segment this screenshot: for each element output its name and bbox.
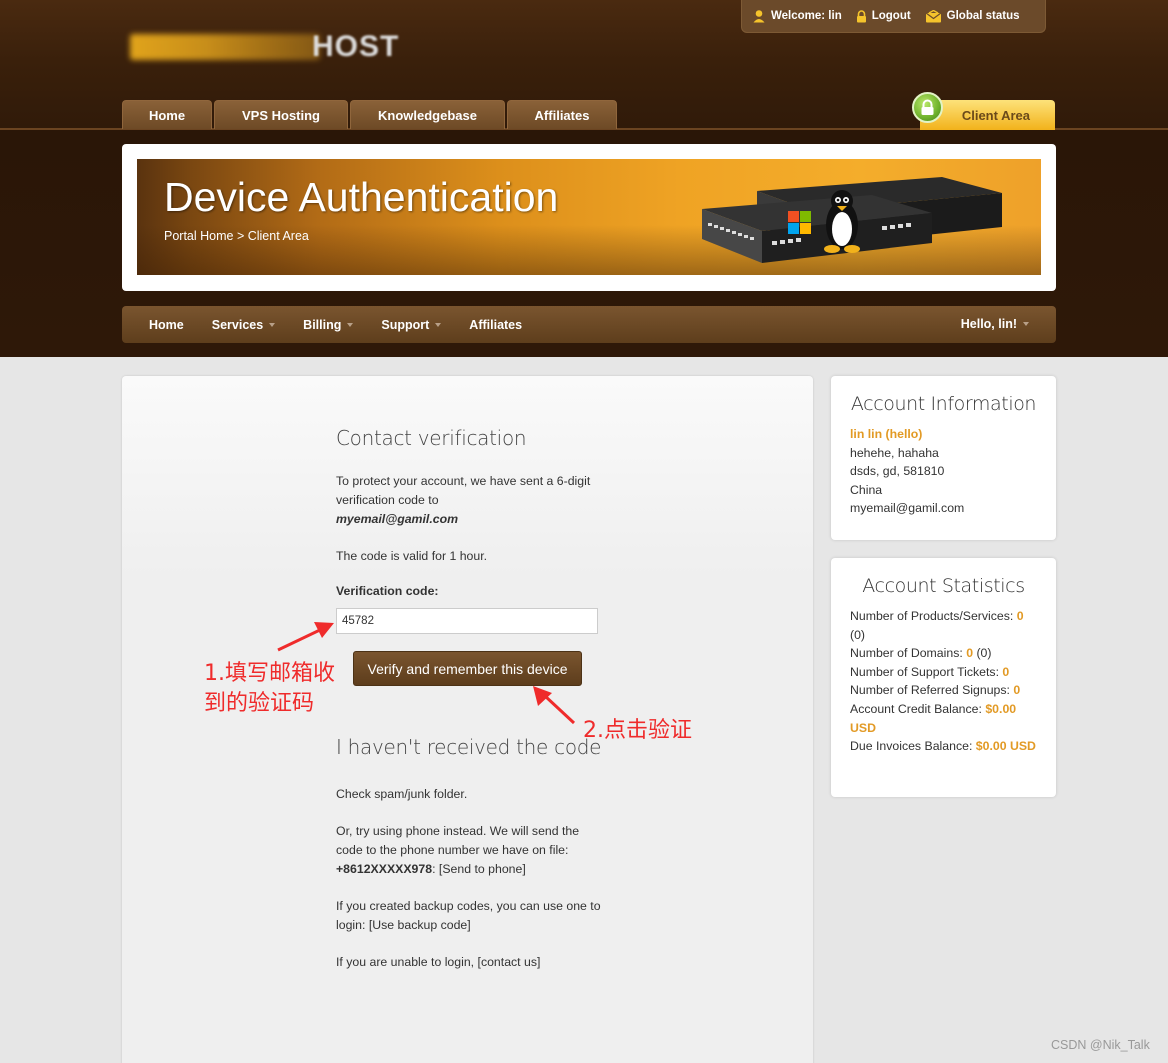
annotation-step1-line2: 到的验证码 <box>204 691 315 716</box>
arrow-to-input-icon <box>277 622 334 652</box>
server-rack-illustration <box>702 177 1002 263</box>
watermark: CSDN @Nik_Talk <box>1051 1038 1150 1052</box>
annotation-step1: 1.填写邮箱收 到的验证码 <box>204 659 335 719</box>
arrow-to-button-icon <box>533 686 576 725</box>
breadcrumb[interactable]: Portal Home > Client Area <box>164 229 309 243</box>
annotation-step1-line1: 1.填写邮箱收 <box>204 661 335 686</box>
annotation-arrows <box>277 622 576 725</box>
annotation-step2: 2.点击验证 <box>583 718 692 743</box>
page-title: Device Authentication <box>164 174 559 220</box>
